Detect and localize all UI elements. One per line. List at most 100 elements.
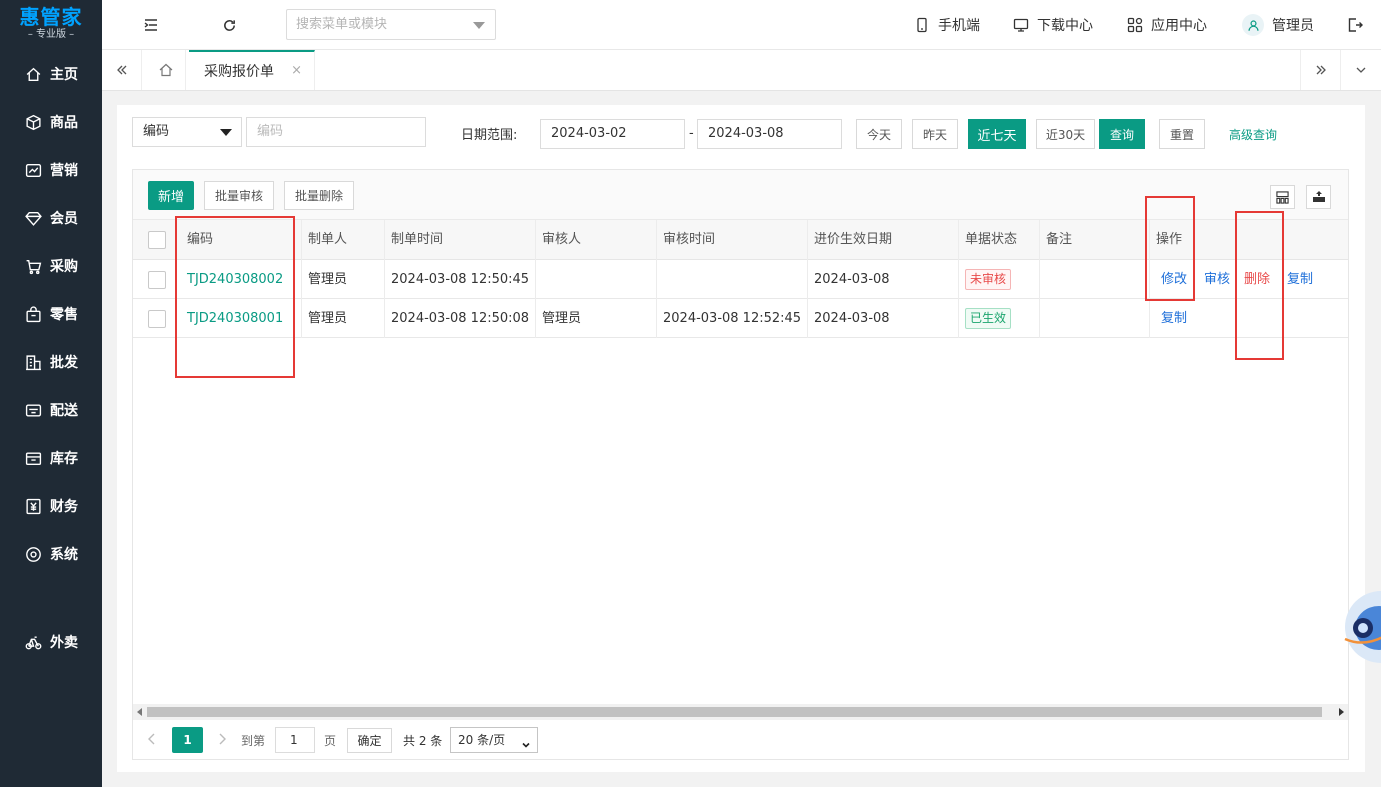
app-center-link[interactable]: 应用中心: [1127, 0, 1207, 50]
bike-icon: [24, 633, 42, 651]
tab-label: 采购报价单: [204, 64, 274, 80]
yesterday-button[interactable]: 昨天: [912, 119, 958, 149]
page-1-button[interactable]: 1: [172, 727, 203, 753]
logout-icon[interactable]: [1344, 14, 1366, 36]
reset-button[interactable]: 重置: [1159, 119, 1205, 149]
close-icon[interactable]: ×: [291, 63, 302, 78]
search-input[interactable]: 编码: [246, 117, 426, 147]
last-7-days-button[interactable]: 近七天: [968, 119, 1026, 149]
building-icon: [24, 353, 42, 371]
column-settings-icon[interactable]: [1270, 185, 1295, 209]
tab-home-icon[interactable]: [146, 50, 186, 90]
query-button[interactable]: 查询: [1099, 119, 1145, 149]
goto-label: 到第: [241, 734, 266, 748]
tab-purchase-quote[interactable]: 采购报价单 ×: [189, 50, 315, 90]
mobile-label: 手机端: [938, 18, 980, 34]
cell-maker: 管理员: [302, 299, 385, 338]
gear-icon: [24, 545, 42, 563]
yen-icon: [24, 497, 42, 515]
sidebar-item-takeout[interactable]: 外卖: [0, 622, 102, 662]
prev-page-icon[interactable]: [147, 732, 157, 750]
advanced-query-link[interactable]: 高级查询: [1229, 126, 1277, 143]
sidebar-item-members[interactable]: 会员: [0, 198, 102, 238]
goto-page-input[interactable]: 1: [275, 727, 315, 753]
goto-confirm-button[interactable]: 确定: [347, 728, 392, 753]
date-range-label: 日期范围:: [461, 128, 518, 143]
sidebar-item-system[interactable]: 系统: [0, 534, 102, 574]
tabs-scroll-left-icon[interactable]: [102, 50, 142, 90]
cell-effective-date: 2024-03-08: [808, 260, 959, 299]
user-menu[interactable]: 管理员: [1242, 0, 1314, 50]
home-icon: [24, 65, 42, 83]
sidebar-item-label: 系统: [50, 547, 78, 563]
add-button[interactable]: 新增: [148, 181, 194, 210]
sidebar-item-inventory[interactable]: 库存: [0, 438, 102, 478]
sidebar-item-label: 主页: [50, 67, 78, 83]
date-to-input[interactable]: 2024-03-08: [697, 119, 842, 149]
copy-link[interactable]: 复制: [1287, 260, 1313, 299]
sidebar-item-marketing[interactable]: 营销: [0, 150, 102, 190]
date-from-input[interactable]: 2024-03-02: [540, 119, 685, 149]
scroll-right-arrow-icon[interactable]: [1339, 708, 1344, 716]
avatar: [1242, 14, 1264, 36]
tab-bar: 采购报价单 ×: [102, 50, 1381, 91]
column-header-remark: 备注: [1040, 220, 1150, 260]
menu-search-select[interactable]: 搜索菜单或模块: [286, 9, 496, 40]
sidebar-item-label: 商品: [50, 115, 78, 131]
next-page-icon[interactable]: [217, 732, 227, 750]
cell-auditor: 管理员: [536, 299, 657, 338]
download-center-link[interactable]: 下载中心: [1013, 0, 1093, 50]
scroll-left-arrow-icon[interactable]: [137, 708, 142, 716]
assistant-float-icon[interactable]: [1343, 587, 1381, 667]
chart-icon: [24, 161, 42, 179]
date-from-value: 2024-03-02: [551, 126, 627, 141]
row-checkbox[interactable]: [148, 310, 166, 328]
status-badge: 已生效: [965, 308, 1012, 329]
cell-remark: [1040, 260, 1150, 299]
sidebar-item-home[interactable]: 主页: [0, 54, 102, 94]
select-all-checkbox[interactable]: [148, 231, 166, 249]
sidebar-item-purchase[interactable]: 采购: [0, 246, 102, 286]
last-30-days-button[interactable]: 近30天: [1036, 119, 1095, 149]
sidebar-item-retail[interactable]: 零售: [0, 294, 102, 334]
page-size-select[interactable]: 20 条/页: [450, 727, 538, 753]
sidebar-item-label: 配送: [50, 403, 78, 419]
horizontal-scrollbar[interactable]: [133, 704, 1348, 720]
page-size-value: 20 条/页: [458, 733, 506, 747]
sidebar-item-delivery[interactable]: 配送: [0, 390, 102, 430]
batch-delete-button[interactable]: 批量删除: [284, 181, 354, 210]
sidebar-item-label: 采购: [50, 259, 78, 275]
cell-status: 未审核: [959, 260, 1040, 299]
row-checkbox[interactable]: [148, 271, 166, 289]
refresh-icon[interactable]: [218, 14, 240, 36]
box-icon: [24, 449, 42, 467]
sidebar-item-goods[interactable]: 商品: [0, 102, 102, 142]
sidebar-item-label: 外卖: [50, 635, 78, 651]
audit-link[interactable]: 审核: [1204, 260, 1230, 299]
search-field-select[interactable]: 编码: [132, 117, 242, 147]
sidebar-item-wholesale[interactable]: 批发: [0, 342, 102, 382]
scrollbar-thumb[interactable]: [147, 707, 1322, 717]
search-field-value: 编码: [143, 124, 170, 139]
mobile-link[interactable]: 手机端: [914, 0, 980, 50]
logo-name: 惠管家: [19, 5, 83, 29]
menu-toggle-icon[interactable]: [140, 14, 162, 36]
cart-icon: [24, 257, 42, 275]
cell-status: 已生效: [959, 299, 1040, 338]
today-button[interactable]: 今天: [856, 119, 902, 149]
tabs-menu-chevron-down-icon[interactable]: [1340, 50, 1380, 90]
cube-icon: [24, 113, 42, 131]
batch-audit-button[interactable]: 批量审核: [204, 181, 274, 210]
print-export-icon[interactable]: [1306, 185, 1331, 209]
sidebar-item-finance[interactable]: 财务: [0, 486, 102, 526]
date-to-value: 2024-03-08: [708, 126, 784, 141]
cell-make-time: 2024-03-08 12:50:45: [385, 260, 536, 299]
cell-remark: [1040, 299, 1150, 338]
sidebar-item-label: 库存: [50, 451, 78, 467]
apps-grid-icon: [1127, 17, 1143, 33]
top-bar: 搜索菜单或模块 手机端 下载中心 应用中心 管理员: [102, 0, 1381, 50]
tabs-scroll-right-icon[interactable]: [1300, 50, 1340, 90]
chevron-down-icon: [521, 734, 531, 758]
copy-link[interactable]: 复制: [1161, 299, 1187, 338]
search-input-placeholder: 编码: [257, 124, 284, 139]
